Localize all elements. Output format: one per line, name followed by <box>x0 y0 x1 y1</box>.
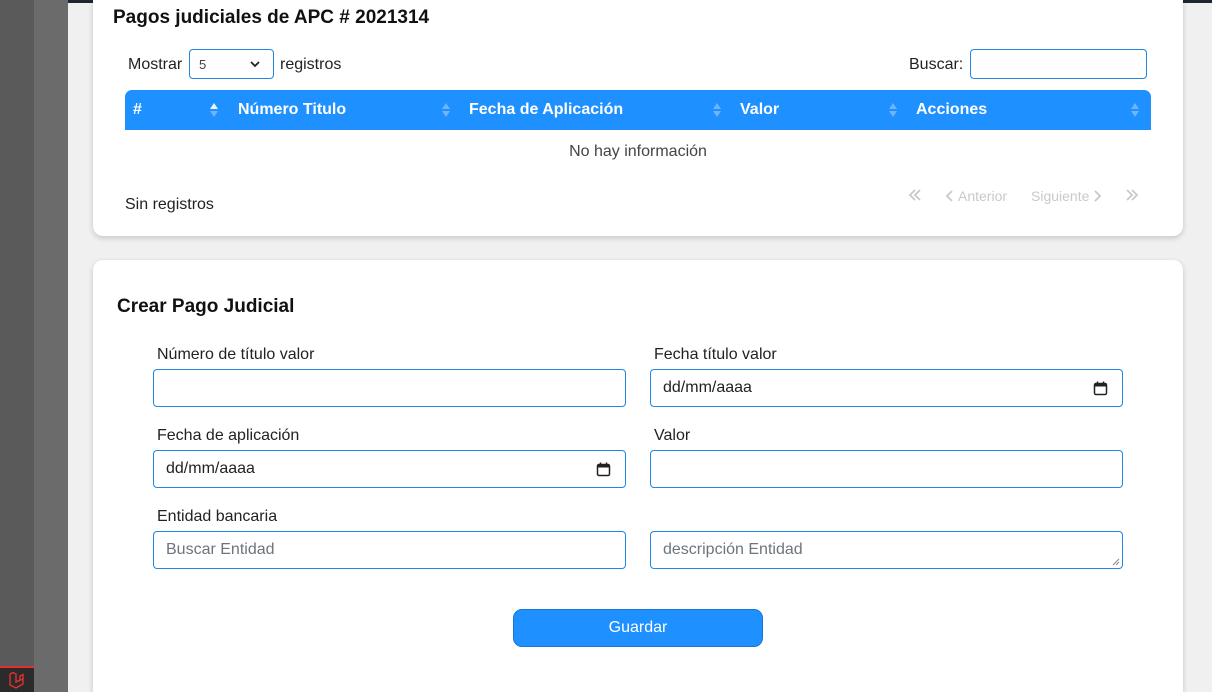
descripcion-entidad-textarea[interactable]: descripción Entidad <box>650 531 1123 569</box>
create-title: Crear Pago Judicial <box>117 296 295 317</box>
fecha-titulo-value: dd/mm/aaaa <box>663 379 752 396</box>
sort-asc-icon[interactable] <box>209 102 219 118</box>
sort-icon[interactable] <box>888 102 898 118</box>
modal-backdrop-edge <box>34 0 68 692</box>
fecha-titulo-input[interactable]: dd/mm/aaaa <box>650 369 1123 407</box>
page-size-select[interactable]: 5 <box>189 49 274 79</box>
entidad-label: Entidad bancaria <box>157 508 278 525</box>
chevrons-left-icon <box>908 189 921 201</box>
fecha-aplicacion-value: dd/mm/aaaa <box>166 460 255 477</box>
col-header-label: # <box>133 101 142 118</box>
col-header-acciones[interactable]: Acciones <box>916 90 987 130</box>
calendar-icon[interactable] <box>1093 381 1108 396</box>
next-label: Siguiente <box>1031 188 1090 204</box>
page-size-value: 5 <box>199 56 207 72</box>
chevron-right-icon <box>1094 190 1102 202</box>
records-label: registros <box>280 56 342 73</box>
chevrons-right-icon <box>1126 189 1139 201</box>
valor-label: Valor <box>654 427 691 444</box>
sort-icon[interactable] <box>1130 102 1140 118</box>
chevron-down-icon <box>250 61 260 68</box>
numero-label: Número de título valor <box>157 346 315 363</box>
save-button[interactable]: Guardar <box>513 609 763 647</box>
table-empty-row: No hay información <box>125 130 1151 174</box>
fecha-aplicacion-input[interactable]: dd/mm/aaaa <box>153 450 626 488</box>
prev-label: Anterior <box>958 188 1008 204</box>
pagination-next[interactable]: Siguiente <box>1031 188 1102 204</box>
sort-icon[interactable] <box>712 102 722 118</box>
col-header-label: Número Titulo <box>238 101 347 118</box>
numero-titulo-input[interactable] <box>153 369 626 407</box>
col-header-index[interactable]: # <box>133 90 142 130</box>
pagination-first[interactable] <box>908 188 922 202</box>
col-header-valor[interactable]: Valor <box>740 90 779 130</box>
payments-title: Pagos judiciales de APC # 2021314 <box>113 7 430 28</box>
table-header: # Número Titulo Fecha de Aplicación Valo… <box>125 90 1151 130</box>
laravel-icon <box>9 671 24 689</box>
pagination-last[interactable] <box>1125 188 1139 202</box>
pagination-prev[interactable]: Anterior <box>945 188 1007 204</box>
col-header-numero[interactable]: Número Titulo <box>238 90 346 130</box>
col-header-label: Fecha de Aplicación <box>469 101 624 118</box>
fecha-titulo-label: Fecha título valor <box>654 346 777 363</box>
entidad-placeholder: Buscar Entidad <box>166 541 275 558</box>
resize-handle-icon[interactable] <box>1112 558 1120 566</box>
chevron-left-icon <box>945 190 953 202</box>
valor-input[interactable] <box>650 450 1123 488</box>
col-header-fecha[interactable]: Fecha de Aplicación <box>469 90 623 130</box>
col-header-label: Acciones <box>916 101 988 118</box>
search-label: Buscar: <box>909 56 964 73</box>
search-input[interactable] <box>970 49 1147 79</box>
laravel-debug-badge[interactable] <box>0 666 34 692</box>
col-header-label: Valor <box>740 101 780 118</box>
left-dark-strip <box>0 0 34 692</box>
descripcion-placeholder: descripción Entidad <box>663 541 803 558</box>
footer-status: Sin registros <box>125 196 214 213</box>
fecha-aplicacion-label: Fecha de aplicación <box>157 427 300 444</box>
sort-icon[interactable] <box>441 102 451 118</box>
empty-message: No hay información <box>569 143 707 160</box>
entidad-search-input[interactable]: Buscar Entidad <box>153 531 626 569</box>
calendar-icon[interactable] <box>596 462 611 477</box>
show-label: Mostrar <box>128 56 183 73</box>
